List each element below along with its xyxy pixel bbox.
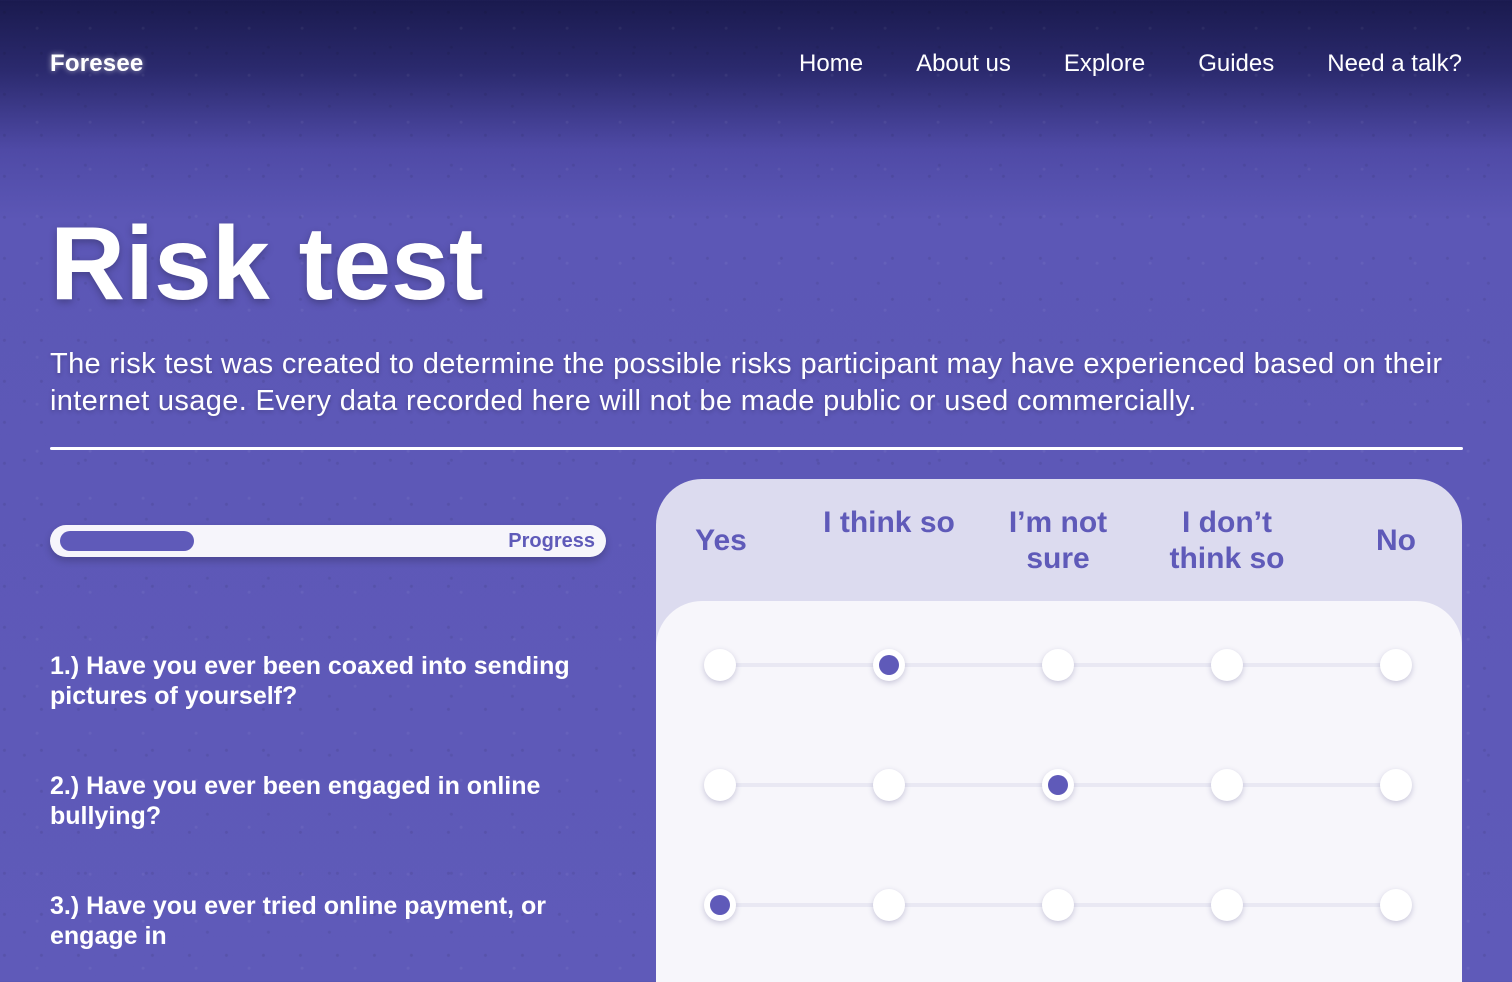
radio-q2-yes[interactable]: [704, 769, 736, 801]
answer-scale-header: Yes I think so I’m not sure I don’t thin…: [656, 479, 1462, 601]
scale-label-no: No: [1376, 524, 1416, 557]
radio-q3-yes[interactable]: [704, 889, 736, 921]
radio-q2-im-not-sure[interactable]: [1042, 769, 1074, 801]
nav-links: Home About us Explore Guides Need a talk…: [799, 50, 1462, 78]
nav-link-need-a-talk[interactable]: Need a talk?: [1327, 50, 1462, 78]
scale-label-yes: Yes: [695, 524, 747, 557]
radio-q3-i-dont-think-so[interactable]: [1211, 889, 1243, 921]
answer-panel: Yes I think so I’m not sure I don’t thin…: [656, 479, 1462, 982]
logo[interactable]: Foresee: [50, 50, 143, 78]
scale-label-not-sure: I’m not sure: [1008, 506, 1108, 575]
nav-link-about-us[interactable]: About us: [916, 50, 1011, 78]
radio-q2-i-dont-think-so[interactable]: [1211, 769, 1243, 801]
answer-row-3: [704, 889, 1412, 921]
progress-bar-fill: [60, 531, 194, 551]
progress-bar: Progress: [50, 525, 606, 557]
question-3-text: 3.) Have you ever tried online payment, …: [50, 892, 546, 950]
radio-q2-no[interactable]: [1380, 769, 1412, 801]
scale-label-i-think-so: I think so: [823, 506, 955, 539]
question-2-text: 2.) Have you ever been engaged in online…: [50, 772, 541, 830]
answer-row-2: [704, 769, 1412, 801]
page-description: The risk test was created to determine t…: [50, 348, 1443, 417]
question-1-text: 1.) Have you ever been coaxed into sendi…: [50, 652, 570, 710]
radio-q3-i-think-so[interactable]: [873, 889, 905, 921]
answer-row-1: [704, 649, 1412, 681]
radio-q1-i-dont-think-so[interactable]: [1211, 649, 1243, 681]
radio-q3-no[interactable]: [1380, 889, 1412, 921]
radio-q1-yes[interactable]: [704, 649, 736, 681]
radio-q3-im-not-sure[interactable]: [1042, 889, 1074, 921]
nav-link-guides[interactable]: Guides: [1198, 50, 1274, 78]
page-title: Risk test: [50, 206, 484, 322]
radio-q1-im-not-sure[interactable]: [1042, 649, 1074, 681]
top-navigation: Foresee Home About us Explore Guides Nee…: [0, 0, 1512, 130]
scale-label-dont-think-so: I don’t think so: [1169, 506, 1285, 575]
radio-q2-i-think-so[interactable]: [873, 769, 905, 801]
radio-q1-no[interactable]: [1380, 649, 1412, 681]
radio-q1-i-think-so[interactable]: [873, 649, 905, 681]
nav-link-home[interactable]: Home: [799, 50, 863, 78]
answer-scale-body: [656, 601, 1462, 982]
section-divider: [50, 447, 1463, 450]
nav-link-explore[interactable]: Explore: [1064, 50, 1145, 78]
progress-label: Progress: [508, 530, 595, 552]
